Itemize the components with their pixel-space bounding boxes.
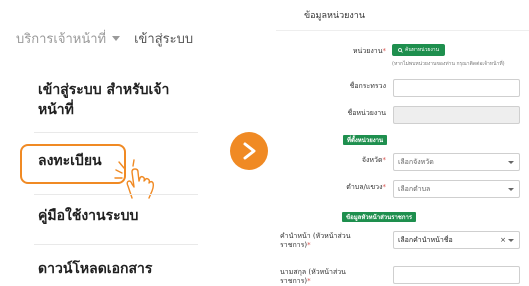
location-section-title: ที่ตั้งหน่วยงาน [343, 135, 388, 145]
menu-item-user-manual[interactable]: คู่มือใช้งานระบบ [38, 206, 138, 226]
province-select[interactable]: เลือกจังหวัด [393, 153, 520, 171]
divider [34, 194, 198, 195]
service-menu[interactable]: บริการเจ้าหน้าที่ [16, 28, 106, 49]
ministry-label: ชื่อกระทรวง [349, 82, 386, 90]
prefix-select[interactable]: เลือกคำนำหน้าชื่อ × [393, 231, 520, 249]
subdistrict-label: ตำบล/แขวง* [346, 183, 386, 191]
chevron-down-icon [508, 188, 514, 191]
divider [34, 132, 198, 133]
menu-item-download-documents[interactable]: ดาวน์โหลดเอกสาร [38, 259, 152, 279]
arrow-right-icon [230, 132, 268, 170]
chevron-down-icon[interactable] [112, 36, 121, 41]
search-icon [398, 47, 403, 53]
top-navigation: บริการเจ้าหน้าที่ เข้าสู่ระบบ [16, 28, 193, 49]
left-panel: บริการเจ้าหน้าที่ เข้าสู่ระบบ เข้าสู่ระบ… [0, 0, 205, 286]
surname-label: นามสกุล (หัวหน้าส่วนราชการ)* [280, 268, 346, 285]
divider [276, 30, 529, 31]
menu-item-staff-login[interactable]: เข้าสู่ระบบ สำหรับเจ้าหน้าที่ [38, 80, 188, 120]
login-link[interactable]: เข้าสู่ระบบ [134, 28, 193, 49]
agency-form: ข้อมูลหน่วยงาน หน่วยงาน* ค้นหาหน่วยงาน (… [276, 0, 529, 286]
menu-item-register[interactable]: ลงทะเบียน [38, 150, 102, 172]
province-label: จังหวัด* [361, 156, 386, 164]
agency-name-label: ชื่อหน่วยงาน [347, 109, 386, 117]
agency-name-field [393, 106, 520, 124]
divider [34, 244, 198, 245]
subdistrict-select[interactable]: เลือกตำบล [393, 180, 520, 198]
search-agency-button[interactable]: ค้นหาหน่วยงาน [392, 44, 445, 56]
clear-icon[interactable]: × [500, 232, 506, 248]
ministry-field[interactable] [393, 79, 520, 97]
surname-field[interactable] [393, 266, 520, 284]
chevron-down-icon [508, 239, 514, 242]
agency-hint: (หากไม่พบหน่วยงานของท่าน กรุณาติดต่อเจ้า… [392, 61, 505, 67]
head-section-title: ข้อมูลหัวหน้าส่วนราชการ [342, 212, 417, 222]
chevron-down-icon [508, 161, 514, 164]
form-title: ข้อมูลหน่วยงาน [304, 11, 366, 21]
prefix-label: คำนำหน้า (หัวหน้าส่วนราชการ)* [280, 232, 351, 249]
agency-label: หน่วยงาน* [352, 47, 386, 55]
